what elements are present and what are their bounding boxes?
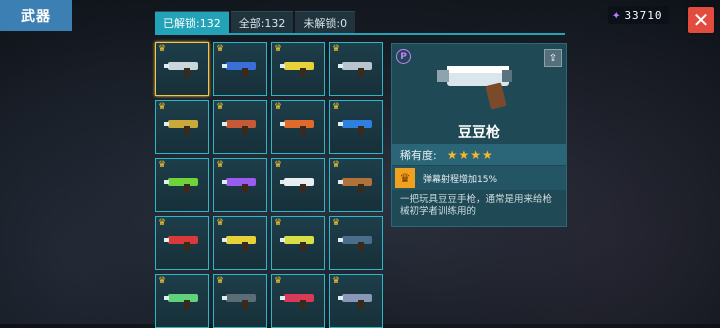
crown-icon: ♛ — [216, 160, 225, 170]
weapon-slot[interactable]: ♛ — [155, 42, 209, 96]
weapon-slot[interactable]: ♛ — [155, 100, 209, 154]
weapon-slot[interactable]: ♛ — [213, 42, 267, 96]
crown-icon: ♛ — [216, 276, 225, 286]
weapon-grid: ♛ ♛ ♛ ♛ ♛ ♛ ♛ ♛ ♛ ♛ ♛ ♛ ♛ ♛ ♛ ♛ ♛ ♛ ♛ ♛ — [155, 42, 383, 328]
wooden-rifle-icon — [338, 178, 372, 193]
crown-icon: ♛ — [332, 218, 341, 228]
p-badge: P — [396, 49, 411, 64]
weapon-slot[interactable]: ♛ — [271, 158, 325, 212]
weapon-preview: P ⇪ — [392, 44, 566, 120]
weapon-slot[interactable]: ♛ — [271, 216, 325, 270]
dark-sniper-icon — [338, 236, 372, 251]
weapon-slot[interactable]: ♛ — [329, 216, 383, 270]
crown-icon: ♛ — [158, 276, 167, 286]
green-slime-gun-icon — [164, 294, 198, 309]
blue-laser-icon — [338, 120, 372, 135]
black-rifle-icon — [222, 294, 256, 309]
purple-crossbow-icon — [222, 178, 256, 193]
crown-icon: ♛ — [216, 102, 225, 112]
green-alien-gun-icon — [164, 178, 198, 193]
tab-unlocked[interactable]: 已解锁:132 — [155, 11, 229, 34]
orange-shotgun-icon — [280, 120, 314, 135]
rarity-stars: ★★★★ — [446, 147, 494, 162]
crown-shield-icon: ♛ — [395, 168, 415, 188]
weapon-slot[interactable]: ♛ — [329, 100, 383, 154]
crown-icon: ♛ — [274, 160, 283, 170]
tab-all[interactable]: 全部:132 — [230, 11, 294, 34]
gold-smg-icon — [164, 120, 198, 135]
page-title: 武器 — [0, 0, 72, 31]
drill-gun-icon — [280, 236, 314, 251]
rarity-row: 稀有度: ★★★★ — [392, 144, 566, 165]
peashooter-preview-icon — [437, 66, 512, 110]
weapon-slot[interactable]: ♛ — [213, 274, 267, 328]
weapon-slot[interactable]: ♛ — [329, 42, 383, 96]
purple-star-icon: ✦ — [612, 7, 622, 23]
silver-rifle-icon — [338, 62, 372, 77]
crown-icon: ♛ — [274, 218, 283, 228]
blue-blaster-icon — [222, 62, 256, 77]
weapon-slot[interactable]: ♛ — [213, 100, 267, 154]
grey-orb-gun-icon — [338, 294, 372, 309]
weapon-slot[interactable]: ♛ — [271, 274, 325, 328]
perk-text: 弹幕射程增加15% — [423, 174, 498, 185]
crown-icon: ♛ — [332, 102, 341, 112]
currency-display: ✦ 33710 — [608, 6, 669, 24]
weapon-description: 一把玩具豆豆手枪，通常是用来给枪械初学者训练用的 — [400, 194, 553, 217]
red-mech-gun-icon — [280, 294, 314, 309]
peashooter-pistol-icon — [164, 62, 198, 77]
weapon-slot[interactable]: ♛ — [155, 216, 209, 270]
crown-icon: ♛ — [216, 44, 225, 54]
perk-row: ♛ 弹幕射程增加15% — [392, 166, 566, 190]
crown-icon: ♛ — [332, 44, 341, 54]
currency-amount: 33710 — [624, 8, 663, 22]
tab-underline — [155, 33, 565, 35]
weapon-slot[interactable]: ♛ — [329, 274, 383, 328]
crown-icon: ♛ — [158, 160, 167, 170]
share-icon[interactable]: ⇪ — [544, 49, 562, 67]
weapon-slot[interactable]: ♛ — [213, 158, 267, 212]
coil-launcher-icon — [222, 120, 256, 135]
crown-icon: ♛ — [158, 102, 167, 112]
white-dart-icon — [280, 178, 314, 193]
crown-icon: ♛ — [216, 218, 225, 228]
weapon-name: 豆豆枪 — [458, 125, 500, 141]
crown-icon: ♛ — [274, 102, 283, 112]
close-icon: ✕ — [692, 8, 710, 32]
crown-icon: ♛ — [158, 218, 167, 228]
close-button[interactable]: ✕ — [688, 7, 714, 33]
tesla-gun-icon — [280, 62, 314, 77]
crown-icon: ♛ — [332, 160, 341, 170]
weapon-detail-panel: P ⇪ 豆豆枪 稀有度: ★★★★ ♛ 弹幕射程增加15% 一把玩具豆豆手枪，通… — [391, 43, 567, 227]
crown-icon: ♛ — [332, 276, 341, 286]
filter-tabs: 已解锁:132 全部:132 未解锁:0 — [155, 11, 356, 34]
crown-icon: ♛ — [158, 44, 167, 54]
rarity-label: 稀有度: — [400, 148, 437, 162]
weapon-slot[interactable]: ♛ — [155, 274, 209, 328]
weapon-slot[interactable]: ♛ — [155, 158, 209, 212]
weapon-slot[interactable]: ♛ — [271, 42, 325, 96]
weapon-slot[interactable]: ♛ — [213, 216, 267, 270]
red-cannon-icon — [164, 236, 198, 251]
crown-icon: ♛ — [274, 276, 283, 286]
yellow-gatling-icon — [222, 236, 256, 251]
crown-icon: ♛ — [274, 44, 283, 54]
weapon-slot[interactable]: ♛ — [271, 100, 325, 154]
tab-locked[interactable]: 未解锁:0 — [295, 11, 356, 34]
weapon-slot[interactable]: ♛ — [329, 158, 383, 212]
